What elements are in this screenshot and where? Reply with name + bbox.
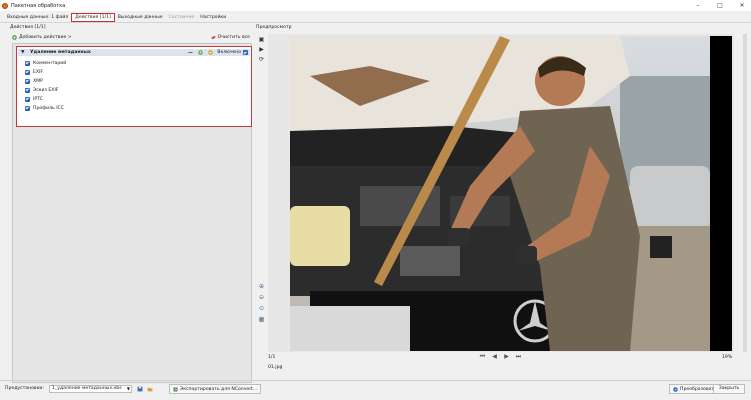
action-header[interactable]: ▼ Удаление метаданных Включено — [18, 49, 250, 56]
option-checkbox[interactable] — [25, 105, 30, 111]
chevron-down-icon: ▼ — [126, 386, 130, 391]
bottom-bar: Предустановки: 1_удаление метаданных.xbs… — [0, 383, 751, 397]
enabled-toggle[interactable]: Включено — [217, 49, 248, 56]
enabled-label: Включено — [217, 50, 241, 55]
actions-list: ▼ Удаление метаданных Включено Комментар… — [12, 43, 252, 383]
enabled-checkbox[interactable] — [243, 50, 248, 55]
preview-image — [290, 36, 710, 351]
preview-frame — [290, 36, 732, 351]
tab-input[interactable]: Входные данные: 1 файл — [4, 13, 71, 22]
option-icc-profile[interactable]: Профиль ICC — [25, 105, 64, 111]
last-image-icon[interactable]: ⏭ — [515, 353, 522, 360]
actions-panel: Действия [1/1] Добавить действие > Очист… — [8, 25, 252, 383]
option-label: IPTC — [33, 96, 43, 102]
actual-size-icon[interactable]: ▦ — [258, 316, 265, 323]
option-label: Эскиз EXIF — [33, 87, 59, 93]
option-iptc[interactable]: IPTC — [25, 96, 43, 102]
refresh-icon[interactable]: ⟳ — [258, 56, 265, 63]
tab-settings[interactable]: Настройки — [197, 13, 229, 22]
action-title: Удаление метаданных — [30, 50, 91, 55]
export-icon — [173, 387, 178, 391]
option-checkbox[interactable] — [25, 60, 30, 66]
open-folder-icon[interactable] — [147, 386, 153, 392]
image-icon[interactable]: ▣ — [258, 36, 265, 43]
bottom-divider — [0, 380, 751, 381]
close-window-icon[interactable]: ✕ — [737, 2, 747, 9]
tab-bar: Входные данные: 1 файл Действия [1/1] Вы… — [4, 12, 229, 22]
option-label: XMP — [33, 78, 43, 84]
option-exif-thumbnail[interactable]: Эскиз EXIF — [25, 87, 58, 93]
preset-select[interactable]: 1_удаление метаданных.xbs ▼ — [49, 385, 132, 393]
play-icon[interactable]: ▶ — [258, 46, 265, 53]
preset-label: Предустановки: — [5, 386, 44, 391]
window-controls: – □ ✕ — [693, 0, 747, 11]
actions-toolbar: Добавить действие > Очистить все — [12, 35, 250, 42]
zoom-in-icon[interactable]: ⊕ — [258, 283, 265, 290]
tab-actions[interactable]: Действия [1/1] — [71, 13, 115, 22]
zoom-fit-icon[interactable]: ⊙ — [258, 305, 265, 312]
option-checkbox[interactable] — [25, 96, 30, 102]
add-icon — [12, 35, 17, 40]
first-image-icon[interactable]: ⏮ — [479, 353, 486, 360]
collapse-caret-icon[interactable]: ▼ — [21, 50, 27, 55]
export-nconvert-button[interactable]: Экспортировать для NConvert... — [169, 384, 262, 394]
image-filename: 01.jpg — [268, 365, 283, 370]
actions-panel-label: Действия [1/1] — [10, 25, 46, 30]
zoom-level: 19% — [722, 355, 733, 360]
previous-image-icon[interactable]: ◀ — [491, 353, 498, 360]
save-icon[interactable] — [137, 386, 143, 392]
option-comment[interactable]: Комментарий — [25, 60, 66, 66]
tab-output[interactable]: Выходные данные — [115, 13, 166, 22]
window-title: Пакетная обработка — [11, 2, 66, 9]
option-checkbox[interactable] — [25, 78, 30, 84]
option-checkbox[interactable] — [25, 69, 30, 75]
clear-all-label: Очистить все — [217, 35, 250, 40]
preset-value: 1_удаление метаданных.xbs — [52, 386, 122, 391]
maximize-icon[interactable]: □ — [715, 2, 725, 9]
preview-label: Предпросмотр — [256, 25, 292, 30]
next-image-icon[interactable]: ▶ — [503, 353, 510, 360]
image-navigation: ⏮ ◀ ▶ ⏭ — [479, 353, 522, 360]
clear-all-button[interactable]: Очистить все — [211, 35, 250, 40]
convert-label: Преобразовать — [680, 386, 717, 392]
move-up-icon[interactable] — [198, 50, 203, 55]
minimize-icon[interactable]: – — [693, 2, 703, 9]
add-action-button[interactable]: Добавить действие > — [12, 35, 72, 40]
eraser-icon — [211, 35, 216, 40]
zoom-out-icon[interactable]: ⊖ — [258, 294, 265, 301]
option-xmp[interactable]: XMP — [25, 78, 43, 84]
app-icon — [2, 2, 8, 9]
remove-action-icon[interactable] — [188, 50, 193, 55]
tab-divider — [0, 22, 751, 23]
option-checkbox[interactable] — [25, 87, 30, 93]
option-label: EXIF — [33, 69, 44, 75]
preview-scrollbar[interactable] — [742, 34, 748, 352]
image-counter: 1/1 — [268, 355, 276, 360]
close-button[interactable]: Закрыть — [713, 384, 745, 394]
convert-icon — [673, 386, 678, 392]
move-down-icon[interactable] — [208, 50, 213, 55]
preview-area — [268, 34, 734, 352]
option-exif[interactable]: EXIF — [25, 69, 43, 75]
action-tools — [188, 49, 213, 56]
option-label: Комментарий — [33, 60, 67, 66]
add-action-label: Добавить действие > — [19, 35, 72, 40]
export-label: Экспортировать для NConvert... — [180, 386, 258, 392]
title-bar: Пакетная обработка – □ ✕ — [0, 0, 751, 11]
tab-status[interactable]: Состояние — [166, 13, 198, 22]
action-remove-metadata: ▼ Удаление метаданных Включено Комментар… — [16, 46, 252, 127]
option-label: Профиль ICC — [33, 105, 64, 111]
